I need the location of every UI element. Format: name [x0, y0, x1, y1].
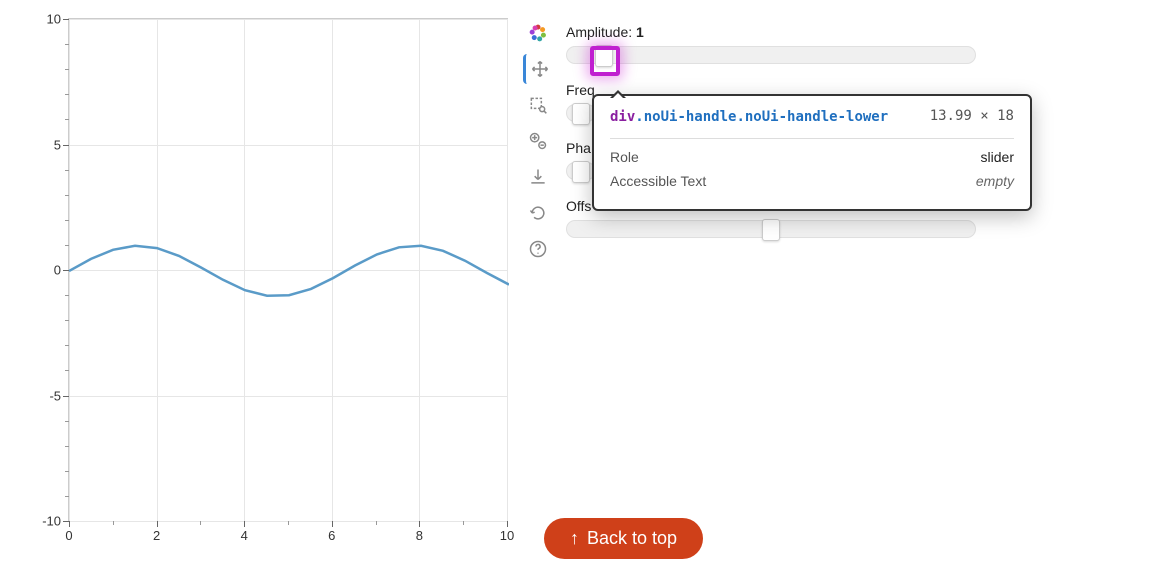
- amplitude-slider[interactable]: [566, 46, 976, 64]
- xtick-2: 2: [153, 528, 160, 543]
- reset-icon[interactable]: [523, 198, 553, 228]
- devtools-dimensions: 13.99 × 18: [930, 108, 1014, 124]
- plot-canvas[interactable]: 10 5 0 -5 -10 0 2 4 6 8 10: [68, 18, 508, 522]
- back-to-top-button[interactable]: ↑ Back to top: [544, 518, 703, 559]
- devtools-accessible-text-row: Accessible Textempty: [610, 173, 1014, 189]
- back-to-top-label: Back to top: [587, 528, 677, 549]
- devtools-element-tooltip: 13.99 × 18 div.noUi-handle.noUi-handle-l…: [592, 94, 1032, 211]
- phase-slider-handle[interactable]: [572, 161, 590, 183]
- amplitude-slider-handle[interactable]: [595, 45, 613, 67]
- plot-toolbar: [520, 18, 556, 264]
- ytick-10: 10: [21, 12, 61, 27]
- pan-icon[interactable]: [523, 54, 553, 84]
- xtick-10: 10: [500, 528, 514, 543]
- bokeh-logo-icon[interactable]: [523, 18, 553, 48]
- ytick--10: -10: [21, 514, 61, 529]
- sine-curve: [69, 19, 509, 523]
- wheel-zoom-icon[interactable]: [523, 126, 553, 156]
- box-zoom-icon[interactable]: [523, 90, 553, 120]
- frequency-slider-handle[interactable]: [572, 103, 590, 125]
- xtick-6: 6: [328, 528, 335, 543]
- ytick-5: 5: [21, 137, 61, 152]
- xtick-8: 8: [416, 528, 423, 543]
- save-icon[interactable]: [523, 162, 553, 192]
- offset-slider[interactable]: [566, 220, 976, 238]
- xtick-0: 0: [65, 528, 72, 543]
- amplitude-label: Amplitude: 1: [566, 24, 976, 40]
- arrow-up-icon: ↑: [570, 528, 579, 549]
- devtools-selector: div.noUi-handle.noUi-handle-lower: [610, 109, 888, 125]
- ytick-0: 0: [21, 263, 61, 278]
- amplitude-control: Amplitude: 1: [566, 24, 976, 64]
- devtools-role-row: Roleslider: [610, 149, 1014, 165]
- offset-slider-handle[interactable]: [762, 219, 780, 241]
- xtick-4: 4: [241, 528, 248, 543]
- ytick--5: -5: [21, 388, 61, 403]
- chart-area: 10 5 0 -5 -10 0 2 4 6 8 10: [0, 0, 520, 560]
- help-icon[interactable]: [523, 234, 553, 264]
